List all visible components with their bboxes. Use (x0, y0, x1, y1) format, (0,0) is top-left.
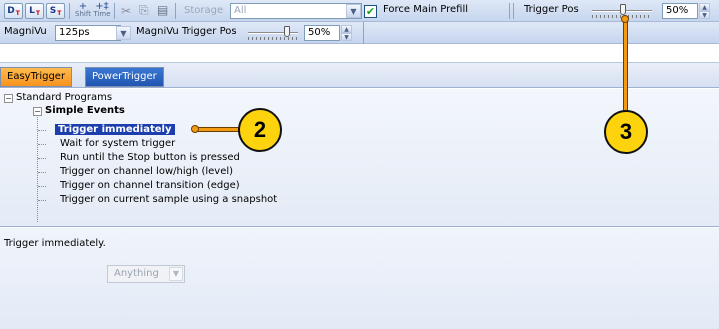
tree-item-trigger-edge[interactable]: Trigger on channel transition (edge) (60, 179, 240, 193)
magnivu-trigger-pos-label: MagniVu Trigger Pos (136, 26, 237, 37)
tree-item-wait-for-system-trigger[interactable]: Wait for system trigger (60, 137, 175, 151)
callout-3-leader (623, 19, 628, 111)
toolbar-separator (513, 3, 514, 19)
data-window-button[interactable]: DT (4, 3, 23, 19)
event-combo-disabled: Anything ▼ (107, 265, 185, 283)
magnivu-select[interactable]: 125ps (55, 25, 121, 41)
magnivu-trigger-pos-input[interactable]: 50% (304, 25, 340, 41)
callout-2-dot (191, 125, 199, 133)
event-combo-value: Anything (114, 268, 159, 279)
trigger-pos-input[interactable]: 50% (662, 3, 698, 19)
spin-up-icon[interactable]: ▲ (341, 25, 352, 33)
toolbar-separator (69, 3, 70, 19)
spacer (0, 45, 719, 62)
trigger-program-tree: − Standard Programs − Simple Events Trig… (0, 89, 719, 227)
copy-icon[interactable]: ⎘ (139, 3, 149, 18)
storage-select[interactable]: All (230, 3, 362, 19)
tree-connector (38, 158, 46, 159)
magnivu-trigger-pos-slider-thumb[interactable] (284, 26, 290, 37)
callout-3-dot (621, 15, 629, 23)
setup-window-button[interactable]: ST (46, 3, 65, 19)
tree-item-label: Trigger immediately (55, 124, 175, 135)
magnivu-toolbar: MagniVu 125ps ▼ MagniVu Trigger Pos 50% … (0, 22, 719, 44)
tree-item-trigger-snapshot[interactable]: Trigger on current sample using a snapsh… (60, 193, 277, 207)
collapse-icon[interactable]: − (33, 107, 42, 116)
callout-2-leader (196, 127, 242, 132)
toolbar-separator (175, 3, 176, 19)
chevron-down-icon[interactable]: ▼ (346, 4, 361, 18)
magnivu-trigger-pos-slider-ticks (248, 37, 298, 40)
trigger-pos-label: Trigger Pos (524, 4, 579, 15)
chevron-down-icon: ▼ (169, 267, 183, 281)
toolbar-separator (114, 3, 115, 19)
tree-item-trigger-immediately[interactable]: Trigger immediately (55, 123, 175, 137)
shift-button[interactable]: + Shift (74, 2, 92, 18)
chevron-down-icon[interactable]: ▼ (116, 26, 131, 40)
magnivu-label: MagniVu (4, 26, 47, 37)
spin-down-icon[interactable]: ▼ (341, 33, 352, 41)
tree-connector (38, 144, 46, 145)
tab-easytrigger[interactable]: EasyTrigger (0, 67, 73, 87)
tree-connector (38, 200, 46, 201)
time-button[interactable]: +‡ Time (93, 2, 111, 18)
storage-label: Storage (184, 5, 224, 16)
tree-connector (38, 172, 46, 173)
spin-up-icon[interactable]: ▲ (699, 3, 710, 11)
tree-item-run-until-stop[interactable]: Run until the Stop button is pressed (60, 151, 240, 165)
toolbar-grip (363, 22, 366, 44)
force-main-prefill-checkbox[interactable]: ✔ (364, 5, 377, 18)
tree-root-standard-programs[interactable]: Standard Programs (16, 91, 112, 105)
tab-powertrigger[interactable]: PowerTrigger (85, 67, 164, 87)
collapse-icon[interactable]: − (4, 94, 13, 103)
trigger-pos-slider-thumb[interactable] (620, 4, 626, 15)
cut-icon[interactable]: ✂ (121, 4, 131, 18)
toolbar-separator (509, 3, 510, 19)
tree-connector (38, 130, 46, 131)
callout-2: 2 (238, 108, 282, 152)
spin-down-icon[interactable]: ▼ (699, 11, 710, 19)
tree-group-simple-events[interactable]: Simple Events (45, 104, 125, 118)
trigger-tab-bar: EasyTrigger PowerTrigger (0, 62, 719, 88)
paste-icon[interactable]: ▤ (157, 3, 168, 17)
description-text: Trigger immediately. (4, 238, 106, 249)
listing-window-button[interactable]: LT (25, 3, 44, 19)
tree-connector (38, 186, 46, 187)
callout-3: 3 (604, 110, 648, 154)
force-main-prefill-label: Force Main Prefill (383, 4, 469, 15)
tree-item-trigger-level[interactable]: Trigger on channel low/high (level) (60, 165, 233, 179)
magnivu-trigger-pos-slider-track[interactable] (248, 32, 298, 34)
tree-connector (37, 117, 38, 222)
main-toolbar: DT LT ST + Shift +‡ Time ✂ ⎘ ▤ Storage All… (0, 0, 719, 22)
